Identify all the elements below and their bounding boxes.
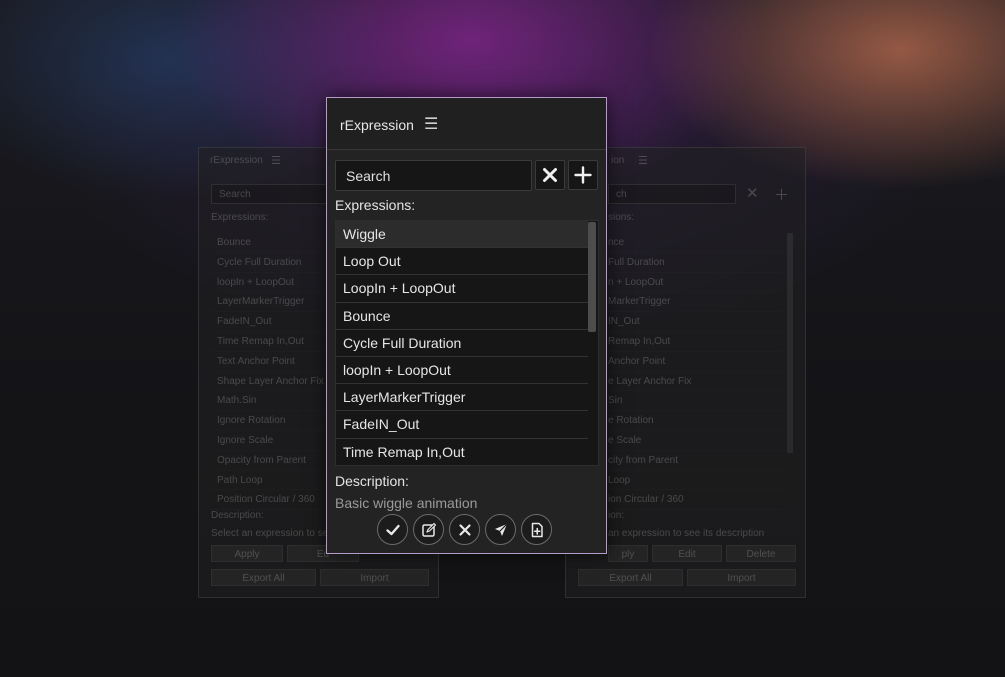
description-text: Basic wiggle animation <box>335 495 478 511</box>
hamburger-menu-icon[interactable]: ☰ <box>424 114 438 134</box>
ghost-list-item: ion Circular / 360 <box>602 490 782 511</box>
expressions-label: Expressions: <box>335 197 416 213</box>
add-expression-button[interactable] <box>568 160 598 190</box>
ghost-list-item: Full Duration <box>602 253 782 273</box>
expression-list-item[interactable]: Bounce <box>336 302 588 330</box>
panel-header: rExpression ☰ <box>327 98 606 150</box>
ghost-list-item: Loop <box>602 471 782 491</box>
expression-list-item[interactable]: Wiggle <box>336 221 588 249</box>
ghost-export-button: Export All <box>211 569 316 586</box>
send-icon <box>494 523 507 536</box>
ghost-edit-button: Edit <box>652 545 722 562</box>
send-button[interactable] <box>485 514 516 545</box>
delete-icon <box>458 523 471 536</box>
close-icon <box>543 168 557 182</box>
ghost-expressions-label: sions: <box>608 212 635 223</box>
ghost-menu-icon: ☰ <box>638 155 648 167</box>
ghost-list-item: Anchor Point <box>602 352 782 372</box>
action-bar <box>377 514 552 545</box>
ghost-description-text: an expression to see its description <box>608 528 765 539</box>
plus-icon <box>574 166 592 184</box>
expression-list-item[interactable]: loopIn + LoopOut <box>336 356 588 385</box>
expression-list-item[interactable]: Time Remap In,Out <box>336 438 588 465</box>
description-label: Description: <box>335 473 409 489</box>
ghost-list-item: e Scale <box>602 431 782 451</box>
ghost-description-text: Select an expression to se <box>211 528 329 539</box>
ghost-list: nce Full Duration n + LoopOut MarkerTrigger… <box>602 233 782 511</box>
ghost-export-button: Export All <box>578 569 683 586</box>
ghost-list-item: Remap In,Out <box>602 332 782 352</box>
ghost-description-label: Description: <box>211 510 264 521</box>
expression-list-item[interactable]: Loop Out <box>336 248 588 276</box>
search-input[interactable] <box>335 160 532 191</box>
ghost-title: rExpression <box>210 155 263 166</box>
ghost-scrollbar <box>787 233 793 453</box>
ghost-import-button: Import <box>687 569 796 586</box>
expression-list: Wiggle Loop Out LoopIn + LoopOut Bounce Cycl… <box>335 220 599 466</box>
ghost-list-item: n + LoopOut <box>602 273 782 293</box>
ghost-add-icon: ＋ <box>774 187 790 204</box>
expression-list-item[interactable]: FadeIN_Out <box>336 411 588 439</box>
apply-button[interactable] <box>377 514 408 545</box>
clear-search-button[interactable] <box>535 160 565 190</box>
ghost-list-item: city from Parent <box>602 451 782 471</box>
ghost-list-item: e Rotation <box>602 411 782 431</box>
ghost-import-button: Import <box>320 569 429 586</box>
ghost-list-item: IN_Out <box>602 312 782 332</box>
expression-list-item[interactable]: Cycle Full Duration <box>336 329 588 357</box>
ghost-apply-button: Apply <box>211 545 283 562</box>
list-scrollbar[interactable] <box>588 222 596 332</box>
ghost-list-item: nce <box>602 233 782 253</box>
import-file-button[interactable] <box>521 514 552 545</box>
panel-title: rExpression <box>340 117 414 133</box>
rexpression-panel: rExpression ☰ Expressions: WiggleLoop Ou… <box>326 97 607 554</box>
ghost-expressions-label: Expressions: <box>211 212 269 223</box>
ghost-list-item: MarkerTrigger <box>602 292 782 313</box>
expression-list-item[interactable]: LoopIn + LoopOut <box>336 275 588 303</box>
ghost-clear-icon: ✕ <box>746 185 759 202</box>
ghost-apply-button: ply <box>608 545 648 562</box>
import-file-icon <box>531 522 543 537</box>
ghost-delete-button: Delete <box>726 545 796 562</box>
ghost-list-item: e Layer Anchor Fix <box>602 372 782 392</box>
delete-button[interactable] <box>449 514 480 545</box>
ghost-description-label: ion: <box>608 510 625 521</box>
apply-icon <box>385 524 400 535</box>
ghost-search: ch <box>608 184 736 204</box>
edit-button[interactable] <box>413 514 444 545</box>
ghost-title: ion <box>611 155 625 166</box>
edit-icon <box>421 522 436 537</box>
expression-list-item[interactable]: LayerMarkerTrigger <box>336 384 588 412</box>
ghost-menu-icon: ☰ <box>271 155 281 167</box>
ghost-list-item: Sin <box>602 391 782 412</box>
